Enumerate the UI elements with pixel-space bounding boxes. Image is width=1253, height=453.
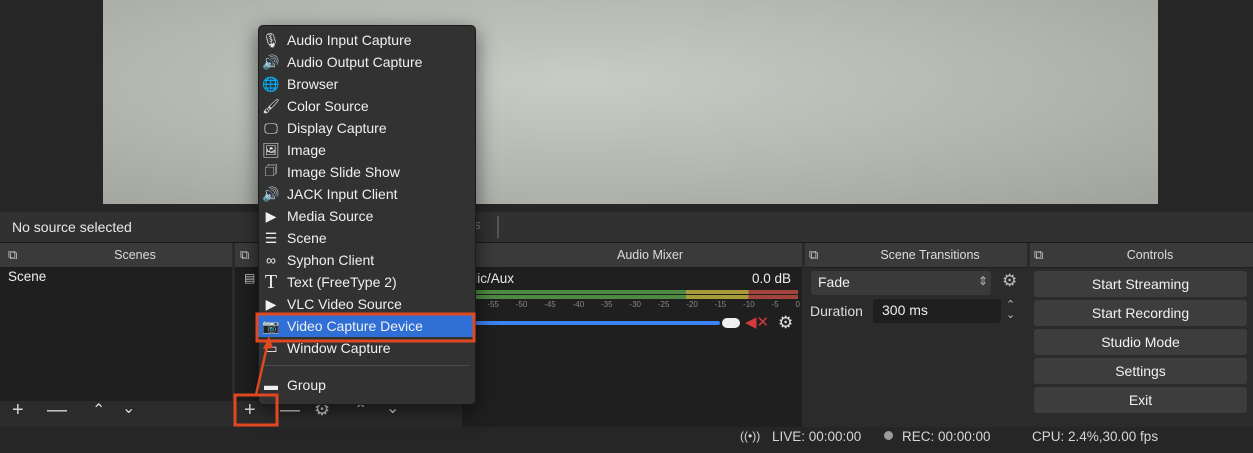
annotation-overlay [233, 312, 476, 427]
highlight-box-video-capture [255, 312, 476, 343]
highlight-box-add-button [233, 393, 279, 427]
annotation-arrow-line [254, 341, 270, 396]
